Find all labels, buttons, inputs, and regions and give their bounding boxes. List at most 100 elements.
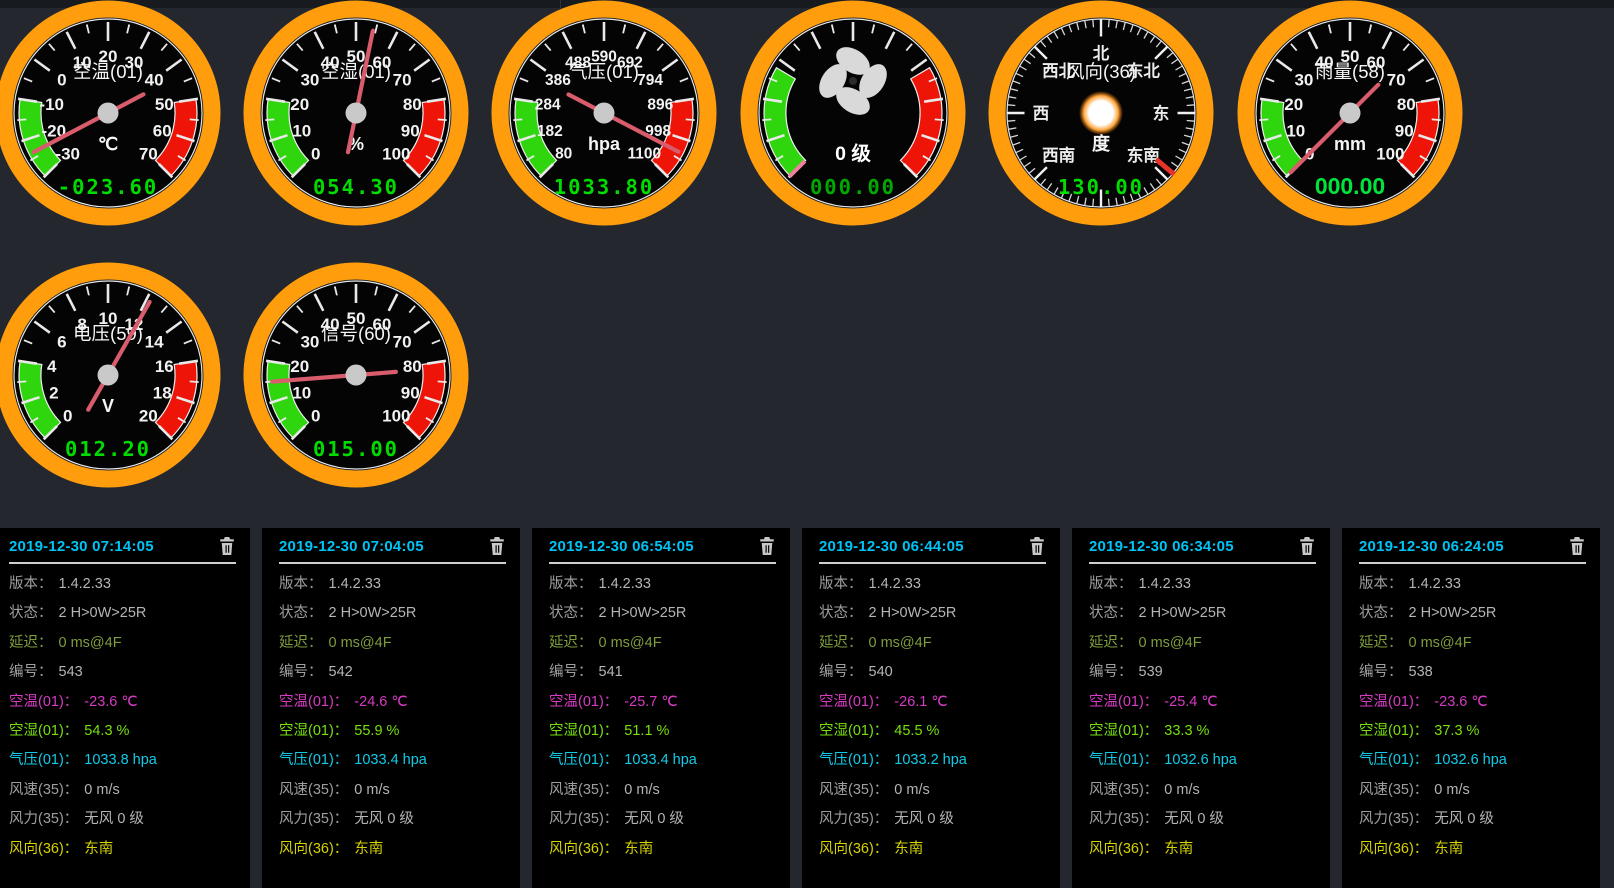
minor-tick xyxy=(17,381,26,382)
row-label: 风力(35)： xyxy=(1089,811,1158,827)
data-row: 风速(35)：0 m/s xyxy=(1089,776,1330,805)
row-value: 无风 0 级 xyxy=(84,811,144,827)
gauge-unit: ℃ xyxy=(97,134,117,154)
row-label: 风力(35)： xyxy=(279,811,348,827)
card-timestamp: 2019-12-30 07:14:05 xyxy=(9,538,154,555)
row-label: 延迟： xyxy=(279,635,323,651)
row-label: 版本： xyxy=(279,576,323,592)
row-value: 东南 xyxy=(1164,841,1193,857)
row-label: 气压(01)： xyxy=(9,752,78,768)
digital-display: 000.00 xyxy=(1314,173,1384,199)
row-value: 东南 xyxy=(1434,841,1463,857)
row-value: 539 xyxy=(1139,664,1163,680)
row-value: 无风 0 级 xyxy=(354,811,414,827)
trash-icon xyxy=(758,536,776,556)
row-label: 气压(01)： xyxy=(1359,752,1428,768)
card-header: 2019-12-30 07:14:05 xyxy=(0,528,250,556)
tick-label: 90 xyxy=(401,384,420,403)
row-value: 54.3 % xyxy=(84,723,129,739)
delete-record-button[interactable] xyxy=(758,536,776,556)
row-label: 延迟： xyxy=(549,635,593,651)
row-value: 0 m/s xyxy=(1434,782,1469,798)
card-rows: 版本：1.4.2.33状态：2 H>0W>25R延迟：0 ms@4F编号：542… xyxy=(262,564,520,864)
tick-label: 6 xyxy=(57,332,66,351)
data-row: 版本：1.4.2.33 xyxy=(1359,570,1600,599)
gauge-title: 雨量(58) xyxy=(1315,61,1385,82)
tick-label: 14 xyxy=(144,332,163,351)
tick-label: 70 xyxy=(1386,70,1405,89)
row-value: 无风 0 级 xyxy=(1434,811,1494,827)
data-row: 风向(36)：东南 xyxy=(9,835,250,864)
row-value: 543 xyxy=(59,664,83,680)
voltage-gauge: 02468101214161820电压(59)V012.20 xyxy=(0,261,222,489)
row-value: 2 H>0W>25R xyxy=(1139,605,1227,621)
row-value: 无风 0 级 xyxy=(624,811,684,827)
row-label: 版本： xyxy=(1089,576,1133,592)
record-card: 2019-12-30 07:14:05版本：1.4.2.33状态：2 H>0W>… xyxy=(0,528,250,888)
row-label: 气压(01)： xyxy=(279,752,348,768)
tick-label: 30 xyxy=(300,332,319,351)
data-row: 风速(35)：0 m/s xyxy=(1359,776,1600,805)
row-label: 风向(36)： xyxy=(549,841,618,857)
tick-label: -30 xyxy=(55,144,80,163)
gauge-title: 信号(60) xyxy=(321,323,391,344)
row-value: 0 ms@4F xyxy=(329,635,392,651)
row-label: 气压(01)： xyxy=(819,752,888,768)
row-label: 风向(36)： xyxy=(1089,841,1158,857)
row-label: 风速(35)： xyxy=(819,782,888,798)
row-label: 风向(36)： xyxy=(819,841,888,857)
minor-tick xyxy=(438,381,447,382)
delete-record-button[interactable] xyxy=(1568,536,1586,556)
delete-record-button[interactable] xyxy=(488,536,506,556)
data-row: 风力(35)：无风 0 级 xyxy=(1089,805,1330,834)
delete-record-button[interactable] xyxy=(1028,536,1046,556)
delete-record-button[interactable] xyxy=(218,536,236,556)
row-value: 0 ms@4F xyxy=(869,635,932,651)
row-value: 45.5 % xyxy=(894,723,939,739)
trash-icon xyxy=(1568,536,1586,556)
record-card-list: 2019-12-30 07:14:05版本：1.4.2.33状态：2 H>0W>… xyxy=(0,528,1600,888)
row-label: 气压(01)： xyxy=(549,752,618,768)
row-label: 空湿(01)： xyxy=(549,723,618,739)
fine-tick xyxy=(1187,121,1195,122)
data-row: 编号：538 xyxy=(1359,658,1600,687)
data-row: 风向(36)：东南 xyxy=(279,835,520,864)
record-card: 2019-12-30 06:54:05版本：1.4.2.33状态：2 H>0W>… xyxy=(532,528,790,888)
row-value: 0 m/s xyxy=(624,782,659,798)
row-label: 状态： xyxy=(9,605,53,621)
row-label: 编号： xyxy=(9,664,53,680)
record-card: 2019-12-30 06:34:05版本：1.4.2.33状态：2 H>0W>… xyxy=(1072,528,1330,888)
data-row: 气压(01)：1032.6 hpa xyxy=(1089,746,1330,775)
card-timestamp: 2019-12-30 07:04:05 xyxy=(279,538,424,555)
row-label: 风向(36)： xyxy=(1359,841,1428,857)
tick-label: 18 xyxy=(152,384,171,403)
data-row: 风向(36)： 东南 xyxy=(1089,835,1330,864)
data-row: 状态：2 H>0W>25R xyxy=(1359,599,1600,628)
row-value: -25.4 ℃ xyxy=(1164,694,1217,710)
data-row: 状态：2 H>0W>25R xyxy=(549,599,790,628)
tick-label: 100 xyxy=(382,144,410,163)
tick-label: 10 xyxy=(292,384,311,403)
minor-tick xyxy=(265,119,274,120)
delete-record-button[interactable] xyxy=(1298,536,1316,556)
data-row: 风向(36)： 东南 xyxy=(1359,835,1600,864)
data-row: 版本：1.4.2.33 xyxy=(9,570,250,599)
row-label: 版本： xyxy=(819,576,863,592)
row-label: 版本： xyxy=(1359,576,1403,592)
row-value: 无风 0 级 xyxy=(894,811,954,827)
data-row: 版本：1.4.2.33 xyxy=(819,570,1060,599)
wind-direction-gauge: 北东北东东南西南西西北风向(36)度130.00 xyxy=(987,0,1215,227)
data-row: 版本：1.4.2.33 xyxy=(549,570,790,599)
digital-display: 015.00 xyxy=(313,437,399,461)
data-row: 延迟： 0 ms@4F xyxy=(279,629,520,658)
digital-display: 1033.80 xyxy=(554,175,654,199)
compass-orb xyxy=(1079,91,1123,135)
data-row: 空湿(01)：37.3 % xyxy=(1359,717,1600,746)
data-row: 延迟：0 ms@4F xyxy=(1359,629,1600,658)
gauge-dashboard: -30-20-10010203040506070空温(01)℃-023.6001… xyxy=(0,0,1614,500)
fine-tick xyxy=(1109,199,1110,207)
row-label: 空湿(01)： xyxy=(1359,723,1428,739)
needle-hub xyxy=(97,365,118,386)
row-label: 状态： xyxy=(279,605,323,621)
row-value: 2 H>0W>25R xyxy=(329,605,417,621)
